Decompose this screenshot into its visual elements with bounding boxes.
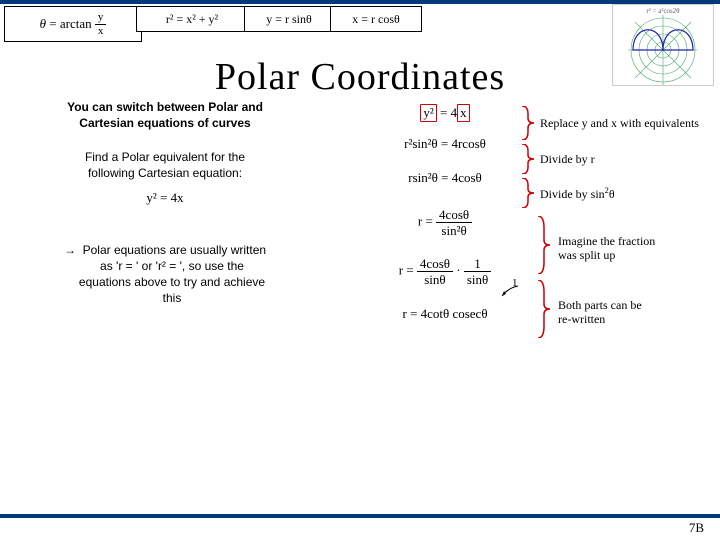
brace-3 bbox=[520, 178, 534, 208]
brace-4 bbox=[536, 216, 550, 274]
step-1: y² = 4x bbox=[360, 104, 530, 122]
annotation-split-fraction: Imagine the fractionwas split up bbox=[558, 234, 720, 263]
step-4: r = 4cosθsin²θ bbox=[360, 208, 530, 237]
one-arrow-icon bbox=[498, 284, 526, 298]
page-title: Polar Coordinates bbox=[0, 55, 720, 99]
step-3: rsin²θ = 4cosθ bbox=[360, 170, 530, 186]
left-column: You can switch between Polar and Cartesi… bbox=[30, 100, 300, 306]
given-equation: y² = 4x bbox=[30, 190, 300, 206]
annotation-divide-r: Divide by r bbox=[540, 152, 710, 166]
bullet-line-4: this bbox=[163, 291, 182, 305]
section-heading: You can switch between Polar and Cartesi… bbox=[30, 100, 300, 131]
bullet-line-2: as 'r = ' or 'r² = ', so use the bbox=[100, 259, 244, 273]
annotation-divide-sin2: Divide by sin2θ bbox=[540, 186, 710, 201]
annotation-rewrite: Both parts can bere-written bbox=[558, 298, 720, 327]
prompt-line-1: Find a Polar equivalent for the bbox=[85, 150, 245, 164]
bullet-line-3: equations above to try and achieve bbox=[79, 275, 265, 289]
step-6: r = 4cotθ cosecθ bbox=[360, 306, 530, 322]
prompt-text: Find a Polar equivalent for the followin… bbox=[30, 149, 300, 181]
annotation-replace: Replace y and x with equivalents bbox=[540, 116, 710, 130]
arrow-icon: → bbox=[64, 243, 76, 257]
step-2: r²sin²θ = 4rcosθ bbox=[360, 136, 530, 152]
page-number: 7B bbox=[689, 520, 704, 536]
step-5: r = 4cosθsinθ · 1sinθ bbox=[360, 257, 530, 286]
heading-line-2: Cartesian equations of curves bbox=[79, 116, 250, 130]
bullet-line-1: Polar equations are usually written bbox=[83, 243, 266, 257]
formula-y: y = r sinθ bbox=[244, 6, 334, 32]
bottom-accent-bar bbox=[0, 514, 720, 518]
highlight-y2: y² bbox=[420, 104, 436, 122]
brace-5 bbox=[536, 280, 550, 338]
formula-theta: θ = arctan yx bbox=[4, 6, 142, 42]
formula-x: x = r cosθ bbox=[330, 6, 422, 32]
hint-bullet: → Polar equations are usually written as… bbox=[30, 242, 300, 307]
brace-1 bbox=[520, 106, 534, 140]
brace-2 bbox=[520, 144, 534, 174]
thumbnail-equation: r² = a²cos2θ bbox=[613, 7, 713, 15]
heading-line-1: You can switch between Polar and bbox=[67, 100, 263, 114]
highlight-x: x bbox=[457, 104, 470, 122]
prompt-line-2: following Cartesian equation: bbox=[88, 166, 242, 180]
derivation-column: y² = 4x r²sin²θ = 4rcosθ rsin²θ = 4cosθ … bbox=[360, 104, 530, 336]
formula-r2: r² = x² + y² bbox=[136, 6, 248, 32]
